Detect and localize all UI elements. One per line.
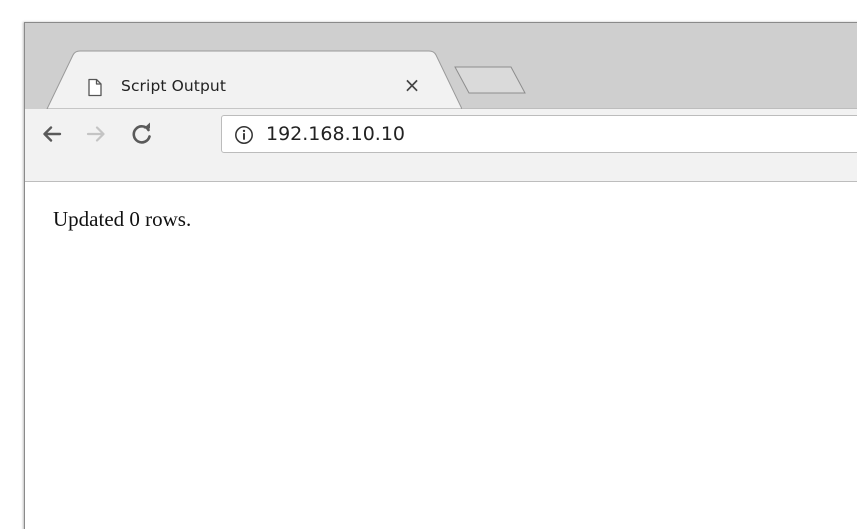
- title-bar: Script Output ×: [25, 23, 857, 109]
- screenshot-stage: Script Output × 192.168.10.10 Updated 0 …: [0, 0, 857, 529]
- close-tab-icon[interactable]: ×: [401, 73, 423, 97]
- address-bar[interactable]: 192.168.10.10: [221, 115, 857, 153]
- arrow-left-icon[interactable]: [37, 119, 67, 149]
- tab-title: Script Output: [121, 77, 227, 95]
- script-output-text: Updated 0 rows.: [53, 207, 192, 231]
- browser-window: Script Output × 192.168.10.10 Updated 0 …: [24, 22, 857, 529]
- page-content: Updated 0 rows.: [25, 182, 857, 529]
- arrow-right-icon[interactable]: [81, 119, 111, 149]
- browser-toolbar: 192.168.10.10: [25, 109, 857, 182]
- tab-script-output[interactable]: Script Output ×: [79, 69, 435, 107]
- url-text[interactable]: 192.168.10.10: [266, 123, 405, 145]
- reload-icon[interactable]: [127, 119, 157, 149]
- tab-strip: Script Output ×: [25, 23, 857, 109]
- new-tab-button[interactable]: [454, 66, 526, 94]
- info-icon[interactable]: [234, 125, 254, 145]
- page-icon: [88, 78, 102, 97]
